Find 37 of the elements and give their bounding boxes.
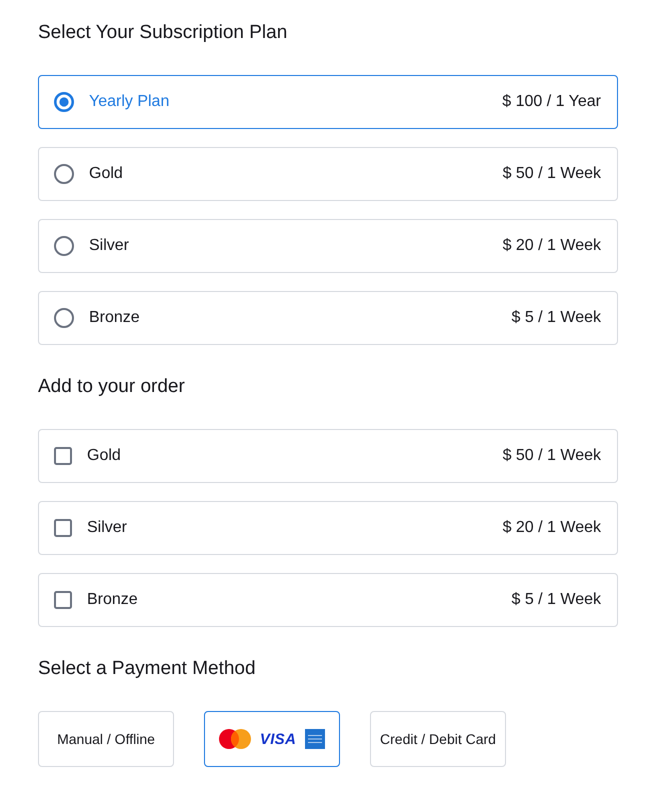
interlocking-circles-icon <box>218 729 251 749</box>
payment-method-button[interactable]: Credit / Debit Card <box>370 711 506 767</box>
checkbox[interactable] <box>54 519 72 537</box>
option-label: Silver <box>89 237 130 255</box>
card-logo-icon <box>305 729 326 749</box>
radio-button[interactable] <box>54 236 74 256</box>
option-price: $ 5 / 1 Week <box>511 309 601 327</box>
payment-method-button[interactable]: VISA <box>204 711 340 767</box>
option-price: $ 50 / 1 Week <box>502 165 601 183</box>
checkbox[interactable] <box>54 591 72 609</box>
plan-option[interactable]: Silver $ 20 / 1 Week <box>38 219 618 273</box>
addon-option[interactable]: Silver $ 20 / 1 Week <box>38 501 618 555</box>
checkbox[interactable] <box>54 447 72 465</box>
radio-button[interactable] <box>54 308 74 328</box>
plan-option[interactable]: Gold $ 50 / 1 Week <box>38 147 618 201</box>
radio-button[interactable] <box>54 92 74 112</box>
plan-option[interactable]: Bronze $ 5 / 1 Week <box>38 291 618 345</box>
option-label: Gold <box>87 447 122 465</box>
addon-option[interactable]: Gold $ 50 / 1 Week <box>38 429 618 483</box>
option-label: Yearly Plan <box>89 93 170 111</box>
option-label: Bronze <box>89 309 141 327</box>
section-heading: Select Your Subscription Plan <box>38 21 288 45</box>
section-heading: Select a Payment Method <box>38 657 256 681</box>
option-label: Gold <box>89 165 124 183</box>
option-label: Silver <box>87 519 128 537</box>
option-label: Bronze <box>87 591 139 609</box>
section-heading: Add to your order <box>38 375 185 399</box>
option-price: $ 50 / 1 Week <box>502 447 601 465</box>
option-price: $ 20 / 1 Week <box>502 519 601 537</box>
logo-text: VISA <box>260 730 296 748</box>
option-price: $ 5 / 1 Week <box>511 591 601 609</box>
payment-method-button[interactable]: Manual / Offline <box>38 711 174 767</box>
plan-option[interactable]: Yearly Plan $ 100 / 1 Year <box>38 75 618 129</box>
option-price: $ 100 / 1 Year <box>502 93 601 111</box>
radio-button[interactable] <box>54 164 74 184</box>
addon-option[interactable]: Bronze $ 5 / 1 Week <box>38 573 618 627</box>
option-price: $ 20 / 1 Week <box>502 237 601 255</box>
